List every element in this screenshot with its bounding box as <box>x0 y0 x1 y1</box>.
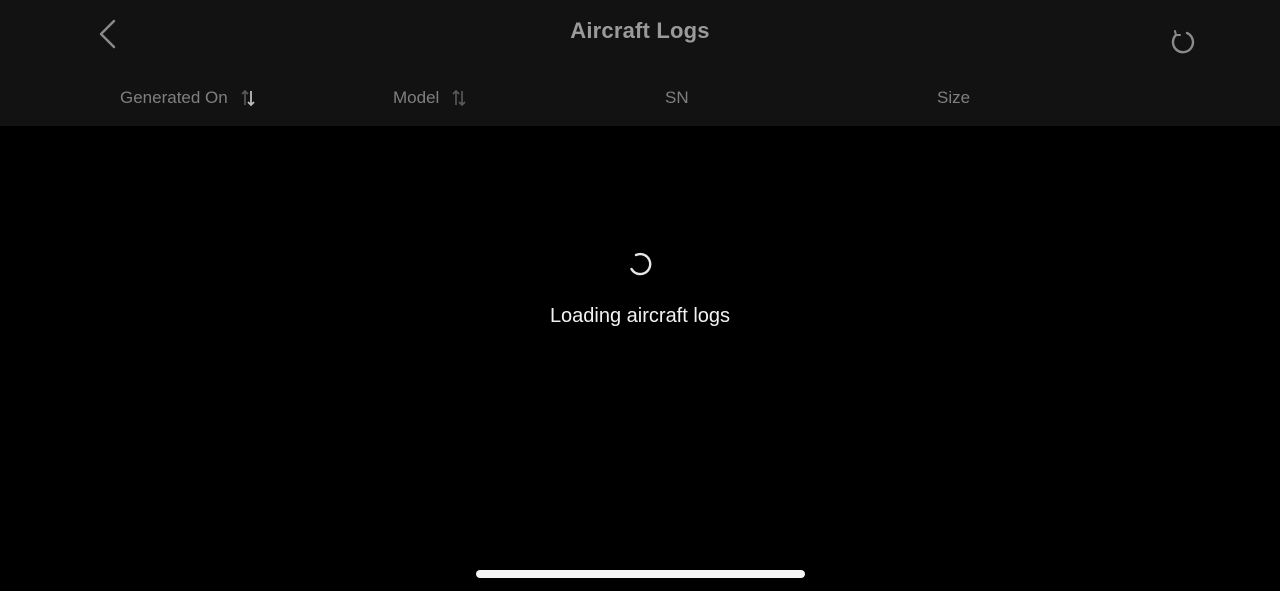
refresh-icon <box>1171 30 1195 54</box>
loading-message: Loading aircraft logs <box>549 305 731 327</box>
page-title: Aircraft Logs <box>570 18 710 43</box>
refresh-button[interactable] <box>1166 26 1198 58</box>
home-indicator[interactable] <box>476 570 805 578</box>
column-header-model[interactable]: Model <box>393 87 467 109</box>
column-label-generated-on: Generated On <box>120 88 228 107</box>
loading-spinner-icon <box>630 252 652 276</box>
column-header-generated-on[interactable]: Generated On <box>120 87 256 109</box>
sort-desc-icon[interactable] <box>240 88 256 108</box>
aircraft-logs-screen: Aircraft Logs Generated On Model SN Size… <box>0 0 1280 591</box>
sort-icon[interactable] <box>451 88 467 108</box>
column-label-model: Model <box>393 88 440 107</box>
column-header-sn: SN <box>665 87 689 109</box>
column-header-size: Size <box>937 87 970 109</box>
column-label-sn: SN <box>665 88 689 107</box>
header-bar: Aircraft Logs Generated On Model SN Size <box>0 0 1280 126</box>
column-label-size: Size <box>937 88 971 107</box>
